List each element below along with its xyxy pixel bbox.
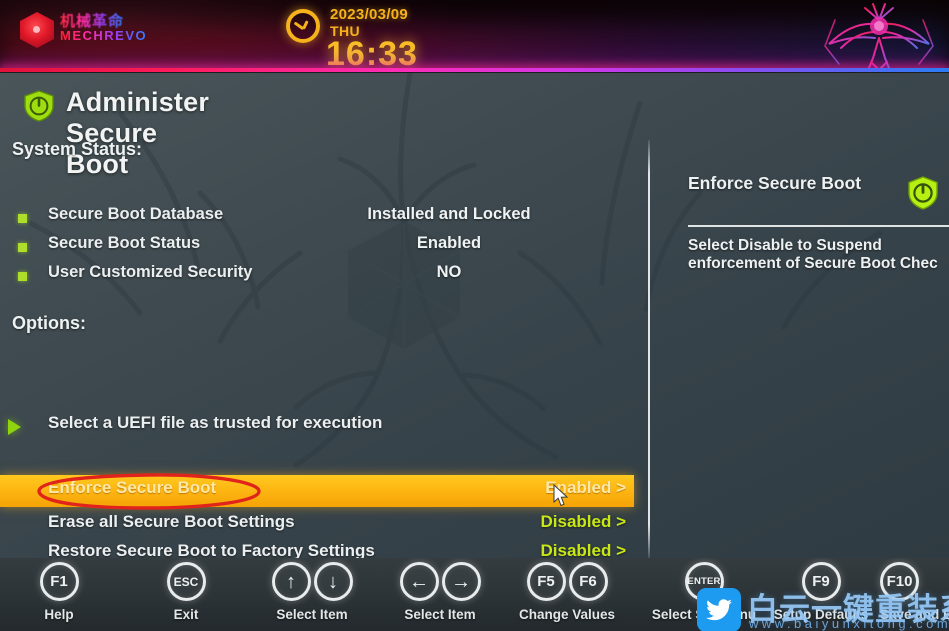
status-row-user-customized-security: User Customized Security NO	[0, 263, 630, 290]
option-enforce-secure-boot[interactable]: Enforce Secure Boot Enabled >	[0, 475, 634, 507]
fkey-cap: F5	[526, 562, 566, 601]
mouse-pointer-icon	[553, 484, 569, 507]
clock-time: 16:33	[326, 35, 418, 72]
square-bullet-icon	[18, 272, 27, 281]
help-panel: Enforce Secure Boot Select Disable to Su…	[650, 73, 949, 558]
fkey-f1-help[interactable]: F1 Help	[14, 562, 104, 628]
brand-hex-icon	[20, 12, 54, 48]
secure-boot-shield-icon	[908, 176, 938, 210]
arrow-left-icon: ←	[399, 562, 439, 601]
fkey-cap: F1	[39, 562, 79, 601]
clock-icon	[286, 9, 320, 43]
help-divider	[688, 225, 949, 227]
bios-setup-screen: 机械革命 MECHREVO 2023/03/09 THU 16:33 Admin…	[0, 0, 949, 631]
brand-logo: 机械革命 MECHREVO	[20, 6, 170, 52]
option-label: Erase all Secure Boot Settings	[48, 512, 295, 531]
fkey-caption: Select Item	[276, 607, 348, 622]
option-restore-secure-boot-to-factory-settings[interactable]: Restore Secure Boot to Factory Settings …	[0, 539, 634, 558]
status-row-secure-boot-database: Secure Boot Database Installed and Locke…	[0, 205, 630, 232]
help-text: Select Disable to Suspend enforcement of…	[688, 237, 938, 272]
status-name: Secure Boot Database	[48, 205, 224, 223]
site-watermark: 白云一键重装系统 www.baiyunxitong.com	[697, 588, 949, 631]
watermark-url: www.baiyunxitong.com	[749, 616, 949, 631]
header-gradient-rule	[0, 68, 949, 72]
clock-date: 2023/03/09	[330, 6, 409, 23]
system-clock: 2023/03/09 THU 16:33	[286, 4, 546, 72]
fkey-updown-select-item[interactable]: ↑ ↓ Select Item	[250, 562, 374, 628]
option-label: Restore Secure Boot to Factory Settings	[48, 541, 375, 558]
secure-boot-shield-icon	[24, 90, 54, 122]
status-value: Installed and Locked	[367, 205, 531, 223]
fkey-caption: Exit	[173, 607, 199, 622]
status-row-secure-boot-status: Secure Boot Status Enabled	[0, 234, 630, 261]
arrow-down-icon: ↓	[313, 562, 353, 601]
fkey-cap: F6	[568, 562, 608, 601]
fkey-cap: ESC	[166, 562, 206, 601]
arrow-right-icon: →	[441, 562, 481, 601]
fkey-esc-exit[interactable]: ESC Exit	[142, 562, 230, 628]
brand-name-en: MECHREVO	[60, 28, 148, 43]
status-name: Secure Boot Status	[48, 234, 201, 252]
fkey-caption: Help	[44, 607, 74, 622]
option-value: Disabled >	[540, 512, 626, 531]
options-label: Options:	[12, 313, 86, 333]
right-triangle-icon	[8, 419, 21, 435]
arrow-up-icon: ↑	[271, 562, 311, 601]
page-title: Administer Secure Boot	[66, 87, 210, 179]
fkey-caption: Select Item	[404, 607, 476, 622]
square-bullet-icon	[18, 243, 27, 252]
status-name: User Customized Security	[48, 263, 253, 281]
twitter-bird-icon	[697, 588, 741, 631]
status-value: Enabled	[416, 234, 482, 252]
main-panel: MECHREVO Administer Secure Boot System S…	[0, 73, 949, 558]
option-label: Select a UEFI file as trusted for execut…	[48, 413, 383, 432]
dragon-emblem-icon	[824, 3, 934, 72]
option-erase-all-secure-boot-settings[interactable]: Erase all Secure Boot Settings Disabled …	[0, 510, 634, 540]
fkey-f5f6-change-values[interactable]: F5 F6 Change Values	[504, 562, 630, 628]
status-value: NO	[436, 263, 462, 281]
fkey-leftright-select-item[interactable]: ← → Select Item	[378, 562, 502, 628]
option-label: Enforce Secure Boot	[48, 478, 217, 497]
option-value: Disabled >	[540, 541, 626, 558]
header-bar: 机械革命 MECHREVO 2023/03/09 THU 16:33	[0, 0, 949, 72]
system-status-label: System Status:	[12, 139, 143, 159]
option-select-uefi-file[interactable]: Select a UEFI file as trusted for execut…	[0, 411, 634, 441]
fkey-caption: Change Values	[518, 607, 616, 622]
square-bullet-icon	[18, 214, 27, 223]
help-title: Enforce Secure Boot	[688, 173, 862, 193]
